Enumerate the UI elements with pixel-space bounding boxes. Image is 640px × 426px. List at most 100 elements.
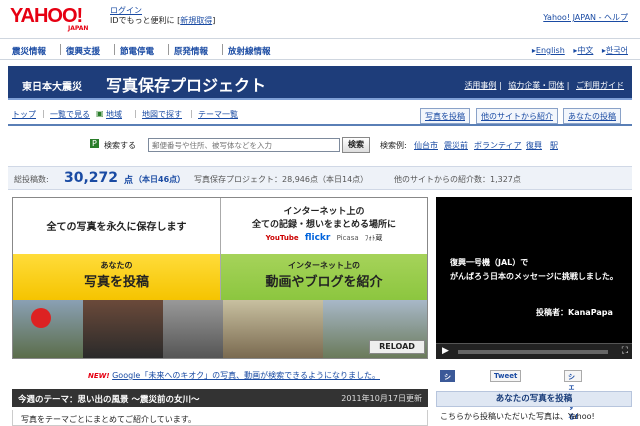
promo-right-sub: インターネット上の [288,261,360,270]
theme-header: 今週のテーマ：思い出の風景 〜震災前の女川〜 2011年10月17日更新 [12,389,428,407]
banner-links: 活用事例 | 協力企業・団体 | ご利用ガイド [464,81,624,90]
yahoo-share-button[interactable]: シェアする! [564,370,583,421]
photo-strip: RELOAD [13,300,427,358]
facebook-share-button[interactable]: シェア [440,370,455,401]
stats-project: 写真保存プロジェクト：28,946点（本日14点） [194,175,369,184]
fullscreen-icon[interactable]: ⛶ [622,346,628,356]
video-player[interactable]: 復興一号機（JAL）で がんばろう日本のメッセージに挑戦しました。 投稿者：Ka… [436,197,632,359]
banner-link-examples[interactable]: 活用事例 [464,81,496,90]
introduce-media-button[interactable]: インターネット上の 動画やブログを紹介 [221,254,427,300]
region-icon: ▣ [96,109,104,118]
search-examples-label: 検索例: [380,141,407,150]
banner-link-guide[interactable]: ご利用ガイド [576,81,624,90]
subnav-themes[interactable]: テーマ一覧 [198,109,238,120]
nav-divider [114,44,115,55]
yahoo-logo[interactable]: YAHOO! JAPAN [10,6,106,32]
subnav-divider: | [190,109,193,118]
photo-thumbnail[interactable] [83,300,163,358]
sidebox-title: あなたの写真を投稿 [436,391,632,407]
theme-date: 2011年10月17日更新 [341,394,422,403]
flickr-logo: flickr [304,233,331,243]
search-p-icon: P [90,139,99,148]
theme-body-text: 写真をテーマごとにまとめてご紹介しています。 [21,415,196,424]
post-info-box: あなたの写真を投稿 こちらから投稿いただいた写真は、Yahoo! [436,391,632,426]
language-links: ▸English ▸中文 ▸한국어 [526,45,628,56]
video-caption-2: がんばろう日本のメッセージに挑戦しました。 [450,272,618,281]
reload-button[interactable]: RELOAD [369,340,425,354]
sub-nav: トップ | 一覧で見る ▣ 地域 | 地図で探す | テーマ一覧 写真を投稿 他… [8,104,632,126]
logo-sub: JAPAN [68,25,89,32]
tab-my-posts[interactable]: あなたの投稿 [563,108,621,124]
login-desc: IDでもっと便利に [110,16,175,25]
search-row: P 検索する 検索 検索例: 仙台市 震災前 ボランティア 復興 駅 [8,134,632,156]
youtube-logo: YouTube [265,234,299,242]
login-box: ログイン IDでもっと便利に [新規取得] [110,6,216,25]
lang-chinese[interactable]: 中文 [577,46,593,55]
nav-item-recovery[interactable]: 復興支援 [66,45,100,57]
nav-item-radiation[interactable]: 放射線情報 [228,45,271,57]
promo-left-sub: あなたの [100,261,133,270]
promo-top-right-1: インターネット上の [283,207,365,217]
subnav-map[interactable]: 地図で探す [142,109,182,120]
picasa-logo: Picasa [336,234,359,242]
photo-thumbnail[interactable] [163,300,223,358]
banner-link-partners[interactable]: 協力企業・団体 [508,81,564,90]
lang-english[interactable]: English [536,46,565,55]
search-example[interactable]: 復興 [526,140,542,151]
banner-eyebrow: 東日本大震災 [22,82,82,93]
nav-item-power[interactable]: 節電停電 [120,45,154,57]
search-button[interactable]: 検索 [342,137,370,153]
stats-today: （本日46点） [134,175,186,184]
nav-item-nuclear[interactable]: 原発情報 [174,45,208,57]
notice-link[interactable]: Google「未来へのキオク」の写真、動画が検索できるようになりました。 [112,371,380,380]
nav-divider [222,44,223,55]
photokura-logo: ﾌｫﾄ蔵 [364,234,383,242]
promo-all-records: インターネット上の 全ての記録・想いをまとめる場所に YouTube flick… [221,198,427,254]
search-label: 検索する [104,141,136,150]
top-bar: YAHOO! JAPAN ログイン IDでもっと便利に [新規取得] Yahoo… [0,0,640,38]
flag-photo [31,308,51,328]
lang-korean[interactable]: 한국어 [606,46,628,55]
search-example[interactable]: 震災前 [444,140,468,151]
promo-save-forever: 全ての写真を永久に保存します [13,198,221,254]
video-caption-1: 復興一号機（JAL）で [450,258,529,267]
subnav-top[interactable]: トップ [12,109,36,120]
top-links[interactable]: Yahoo! JAPAN - ヘルプ [543,12,628,23]
register-link[interactable]: 新規取得 [180,16,212,25]
promo-top-right-2: 全ての記録・想いをまとめる場所に [251,220,396,230]
subnav-divider: | [134,109,137,118]
video-controls: ▶ ⛶ [436,343,632,359]
logo-text: YAHOO! [10,5,83,27]
video-poster: 投稿者：KanaPapa [536,308,613,317]
tab-introduce[interactable]: 他のサイトから紹介 [476,108,558,124]
video-progress[interactable] [458,350,608,354]
help-link[interactable]: Yahoo! JAPAN - ヘルプ [543,13,628,22]
search-example[interactable]: 駅 [550,140,558,151]
stats-bar: 総投稿数: 30,272 点 （本日46点） 写真保存プロジェクト：28,946… [8,166,632,190]
promo-panel: 全ての写真を永久に保存します インターネット上の 全ての記録・想いをまとめる場所… [12,197,428,359]
login-link[interactable]: ログイン [110,6,142,15]
nav-item-disaster[interactable]: 震災情報 [12,45,46,57]
tweet-button[interactable]: Tweet [490,370,522,382]
news-notice: NEW! Google「未来へのキオク」の写真、動画が検索できるようになりました… [88,370,380,381]
theme-body: 写真をテーマごとにまとめてご紹介しています。 [12,410,428,426]
theme-label[interactable]: 今週のテーマ：思い出の風景 〜震災前の女川〜 [18,393,199,405]
subnav-list[interactable]: 一覧で見る [50,109,90,120]
photo-thumbnail[interactable] [223,300,323,358]
search-example[interactable]: ボランティア [474,140,522,151]
banner-title[interactable]: 写真保存プロジェクト [106,72,266,96]
play-icon[interactable]: ▶ [442,346,449,356]
search-example[interactable]: 仙台市 [414,140,438,151]
promo-top-left: 全ての写真を永久に保存します [46,222,187,233]
photo-thumbnail[interactable] [13,300,83,358]
post-photo-button[interactable]: あなたの 写真を投稿 [13,254,221,300]
subnav-divider: | [42,109,45,118]
promo-left-main: 写真を投稿 [83,275,149,290]
project-banner: 東日本大震災 写真保存プロジェクト 活用事例 | 協力企業・団体 | ご利用ガイ… [8,66,632,100]
stats-total-label: 総投稿数: [14,175,49,184]
main-nav: 震災情報 復興支援 節電停電 原発情報 放射線情報 ▸English ▸中文 ▸… [0,38,640,60]
tab-post-photo[interactable]: 写真を投稿 [420,108,470,124]
stats-total: 30,272 [64,170,119,186]
search-input[interactable] [148,138,340,152]
subnav-region[interactable]: 地域 [106,109,122,120]
